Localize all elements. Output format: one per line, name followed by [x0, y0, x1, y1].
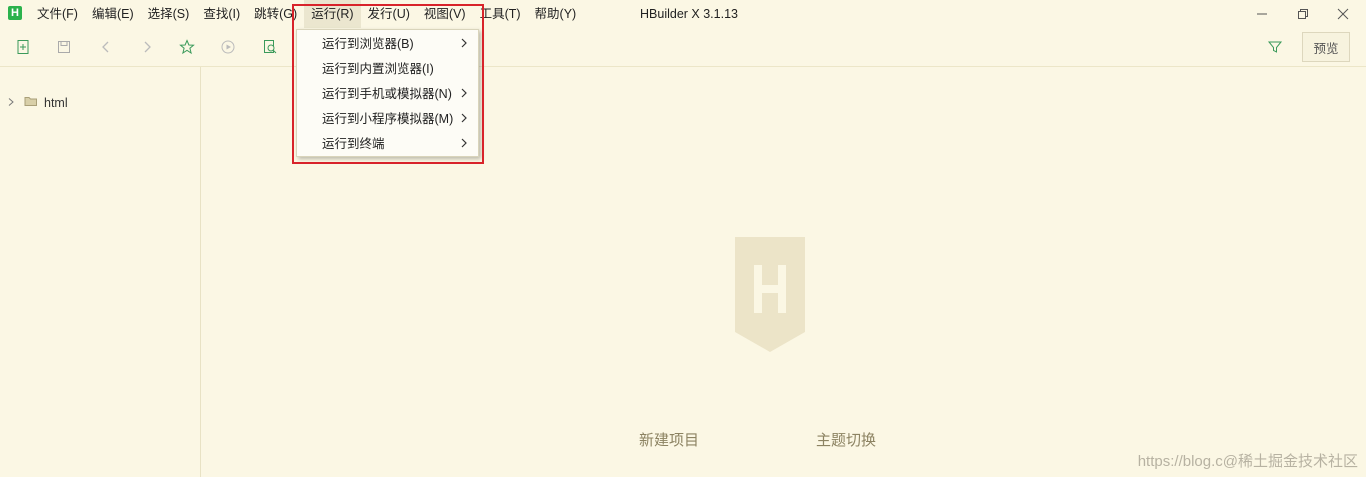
menu-item-label: 运行到内置浏览器(I) — [322, 62, 434, 76]
forward-icon[interactable] — [137, 37, 157, 57]
back-icon[interactable] — [96, 37, 116, 57]
toolbar: 预览 — [0, 28, 1366, 67]
menu-goto[interactable]: 跳转(G) — [247, 0, 304, 28]
star-icon[interactable] — [177, 37, 197, 57]
run-icon[interactable] — [218, 37, 238, 57]
menu-item-label: 运行到小程序模拟器(M) — [322, 112, 454, 126]
browser-preview-icon[interactable] — [260, 37, 280, 57]
menu-item-run-to-browser[interactable]: 运行到浏览器(B) — [297, 30, 478, 55]
save-icon[interactable] — [54, 37, 74, 57]
menu-find[interactable]: 查找(I) — [196, 0, 247, 28]
run-dropdown-menu: 运行到浏览器(B) 运行到内置浏览器(I) 运行到手机或模拟器(N) 运行到小程… — [296, 29, 479, 157]
menu-file[interactable]: 文件(F) — [30, 0, 85, 28]
menu-item-label: 运行到浏览器(B) — [322, 37, 414, 51]
new-project-link[interactable]: 新建项目 — [639, 429, 699, 450]
tree-item-html[interactable]: html — [6, 94, 68, 112]
menu-publish[interactable]: 发行(U) — [361, 0, 417, 28]
menu-item-label: 运行到终端 — [322, 137, 385, 151]
chevron-right-icon — [460, 130, 468, 155]
menu-select[interactable]: 选择(S) — [141, 0, 197, 28]
chevron-right-icon[interactable] — [6, 94, 16, 112]
menu-item-run-to-miniprogram[interactable]: 运行到小程序模拟器(M) — [297, 105, 478, 130]
tree-item-label: html — [44, 96, 68, 110]
menu-edit[interactable]: 编辑(E) — [85, 0, 141, 28]
menu-tools[interactable]: 工具(T) — [473, 0, 528, 28]
menu-item-label: 运行到手机或模拟器(N) — [322, 87, 452, 101]
menu-bar: 文件(F) 编辑(E) 选择(S) 查找(I) 跳转(G) 运行(R) 发行(U… — [30, 0, 583, 28]
minimize-icon[interactable] — [1242, 0, 1282, 28]
window-title: HBuilder X 3.1.13 — [640, 7, 738, 21]
menu-item-run-to-phone-emulator[interactable]: 运行到手机或模拟器(N) — [297, 80, 478, 105]
title-bar: H 文件(F) 编辑(E) 选择(S) 查找(I) 跳转(G) 运行(R) 发行… — [0, 0, 1366, 28]
hbuilder-logo-icon — [735, 237, 805, 357]
restore-icon[interactable] — [1283, 0, 1323, 28]
menu-help[interactable]: 帮助(Y) — [528, 0, 584, 28]
close-icon[interactable] — [1323, 0, 1363, 28]
menu-view[interactable]: 视图(V) — [417, 0, 473, 28]
folder-icon — [24, 94, 38, 112]
preview-button[interactable]: 预览 — [1302, 32, 1350, 62]
menu-item-run-to-builtin-browser[interactable]: 运行到内置浏览器(I) — [297, 55, 478, 80]
chevron-right-icon — [460, 30, 468, 55]
filter-icon[interactable] — [1265, 37, 1285, 57]
theme-switch-link[interactable]: 主题切换 — [816, 429, 876, 450]
watermark: https://blog.c@稀土掘金技术社区 — [1137, 453, 1358, 470]
chevron-right-icon — [460, 105, 468, 130]
chevron-right-icon — [460, 80, 468, 105]
menu-item-run-to-terminal[interactable]: 运行到终端 — [297, 130, 478, 155]
app-logo-icon: H — [8, 6, 22, 20]
project-explorer: html — [0, 67, 201, 477]
new-file-icon[interactable] — [13, 37, 33, 57]
menu-run[interactable]: 运行(R) — [304, 0, 361, 28]
